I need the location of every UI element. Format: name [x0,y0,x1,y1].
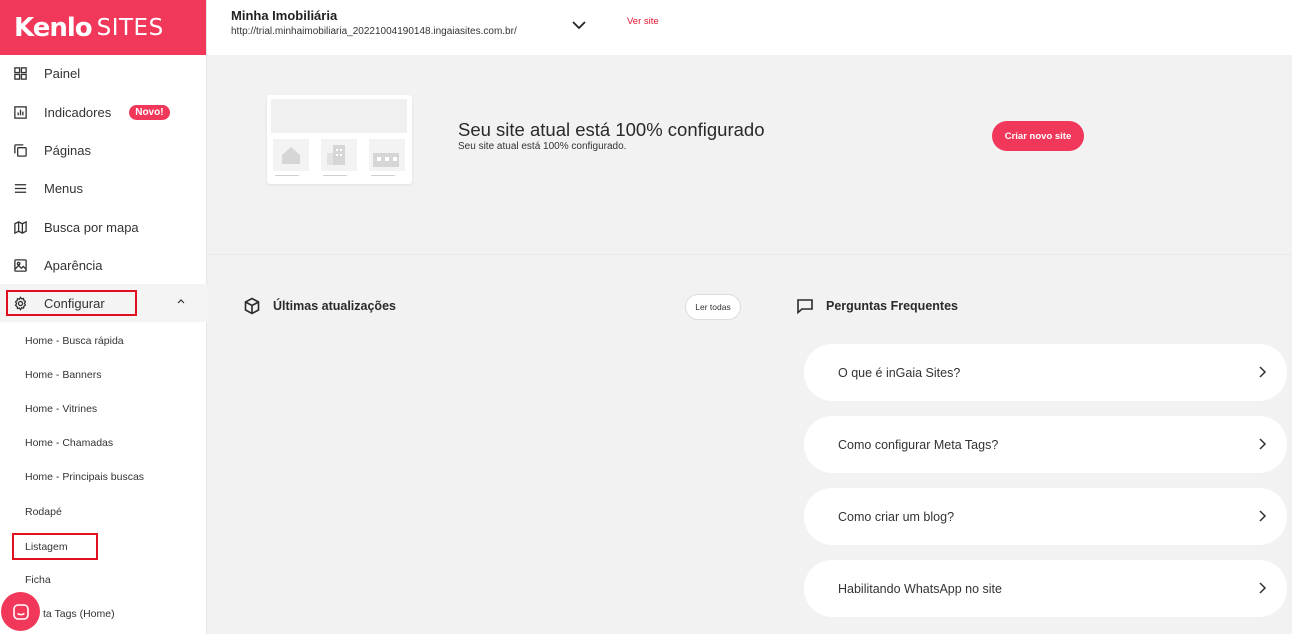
sidebar-item-label: Menus [44,180,84,196]
map-icon [12,219,28,235]
subitem-home-banners[interactable]: Home - Banners [25,369,101,381]
logo-text: Kenlo [14,12,93,43]
highlight-configurar [6,290,137,316]
bar-chart-icon [12,104,28,120]
sidebar-item-busca-por-mapa[interactable]: Busca por mapa [0,208,207,246]
faq-item-label: Como criar um blog? [838,509,955,524]
chevron-right-icon [1259,582,1267,594]
view-site-link[interactable]: Ver site [627,16,659,27]
sidebar-item-aparencia[interactable]: Aparência [0,246,207,284]
chevron-right-icon [1259,438,1267,450]
subitem-ficha[interactable]: Ficha [25,574,51,586]
sidebar-item-label: Indicadores [44,104,112,120]
faq-item[interactable]: O que é inGaia Sites? [804,344,1287,401]
new-badge: Novo! [129,104,170,120]
faq-item-label: Habilitando WhatsApp no site [838,581,1002,596]
sidebar-item-label: Páginas [44,142,91,158]
subitem-home-principais-buscas[interactable]: Home - Principais buscas [25,471,144,483]
highlight-listagem [12,533,98,560]
site-status-hero: Seu site atual está 100% configurado Seu… [207,55,1292,255]
chat-launcher-button[interactable] [1,592,40,631]
faq-item[interactable]: Como criar um blog? [804,488,1287,545]
sidebar: Kenlo SITES Painel Indicadores Novo! Pág… [0,0,207,634]
updates-title: Últimas atualizações [273,299,396,313]
sidebar-item-painel[interactable]: Painel [0,54,207,92]
subitem-rodape[interactable]: Rodapé [25,506,62,518]
building-icon [327,145,345,165]
sidebar-item-menus[interactable]: Menus [0,169,207,207]
faq-header: Perguntas Frequentes [796,297,958,315]
image-icon [12,257,28,273]
top-header: Minha Imobiliária http://trial.minhaimob… [207,0,1292,55]
create-new-site-button[interactable]: Criar novo site [992,121,1084,151]
sidebar-item-indicadores[interactable]: Indicadores Novo! [0,93,207,131]
sidebar-item-label: Aparência [44,257,103,273]
chevron-up-icon[interactable] [177,297,185,305]
subitem-home-busca-rapida[interactable]: Home - Busca rápida [25,335,124,347]
house-icon [282,147,300,164]
site-preview-illustration [267,95,412,184]
chevron-right-icon [1259,366,1267,378]
hero-title: Seu site atual está 100% configurado [458,119,765,140]
chevron-down-icon[interactable] [571,18,587,32]
box-icon [244,297,260,315]
faq-item[interactable]: Como configurar Meta Tags? [804,416,1287,473]
see-all-updates-button[interactable]: Ler todas [685,294,741,320]
sidebar-item-label: Painel [44,65,81,81]
faq-item-label: O que é inGaia Sites? [838,365,961,380]
site-url: http://trial.minhaimobiliaria_2022100419… [231,26,517,37]
brand-logo[interactable]: Kenlo SITES [0,0,206,55]
chat-icon [12,603,29,620]
grid-icon [12,65,28,81]
site-name: Minha Imobiliária [231,8,338,23]
subitem-meta-tags[interactable]: ta Tags (Home) [43,608,115,620]
subitem-home-vitrines[interactable]: Home - Vitrines [25,403,97,415]
hero-subtitle: Seu site atual está 100% configurado. [458,141,627,152]
updates-header: Últimas atualizações [243,297,396,315]
pages-icon [12,142,28,158]
chat-bubble-icon [797,299,813,315]
sidebar-item-label: Busca por mapa [44,219,139,235]
faq-title: Perguntas Frequentes [826,299,958,313]
faq-item[interactable]: Habilitando WhatsApp no site [804,560,1287,617]
logo-sub-text: SITES [96,14,164,41]
faq-item-label: Como configurar Meta Tags? [838,437,999,452]
chevron-right-icon [1259,510,1267,522]
sidebar-item-paginas[interactable]: Páginas [0,131,207,169]
menu-icon [12,180,28,196]
store-icon [373,153,399,167]
subitem-home-chamadas[interactable]: Home - Chamadas [25,437,113,449]
